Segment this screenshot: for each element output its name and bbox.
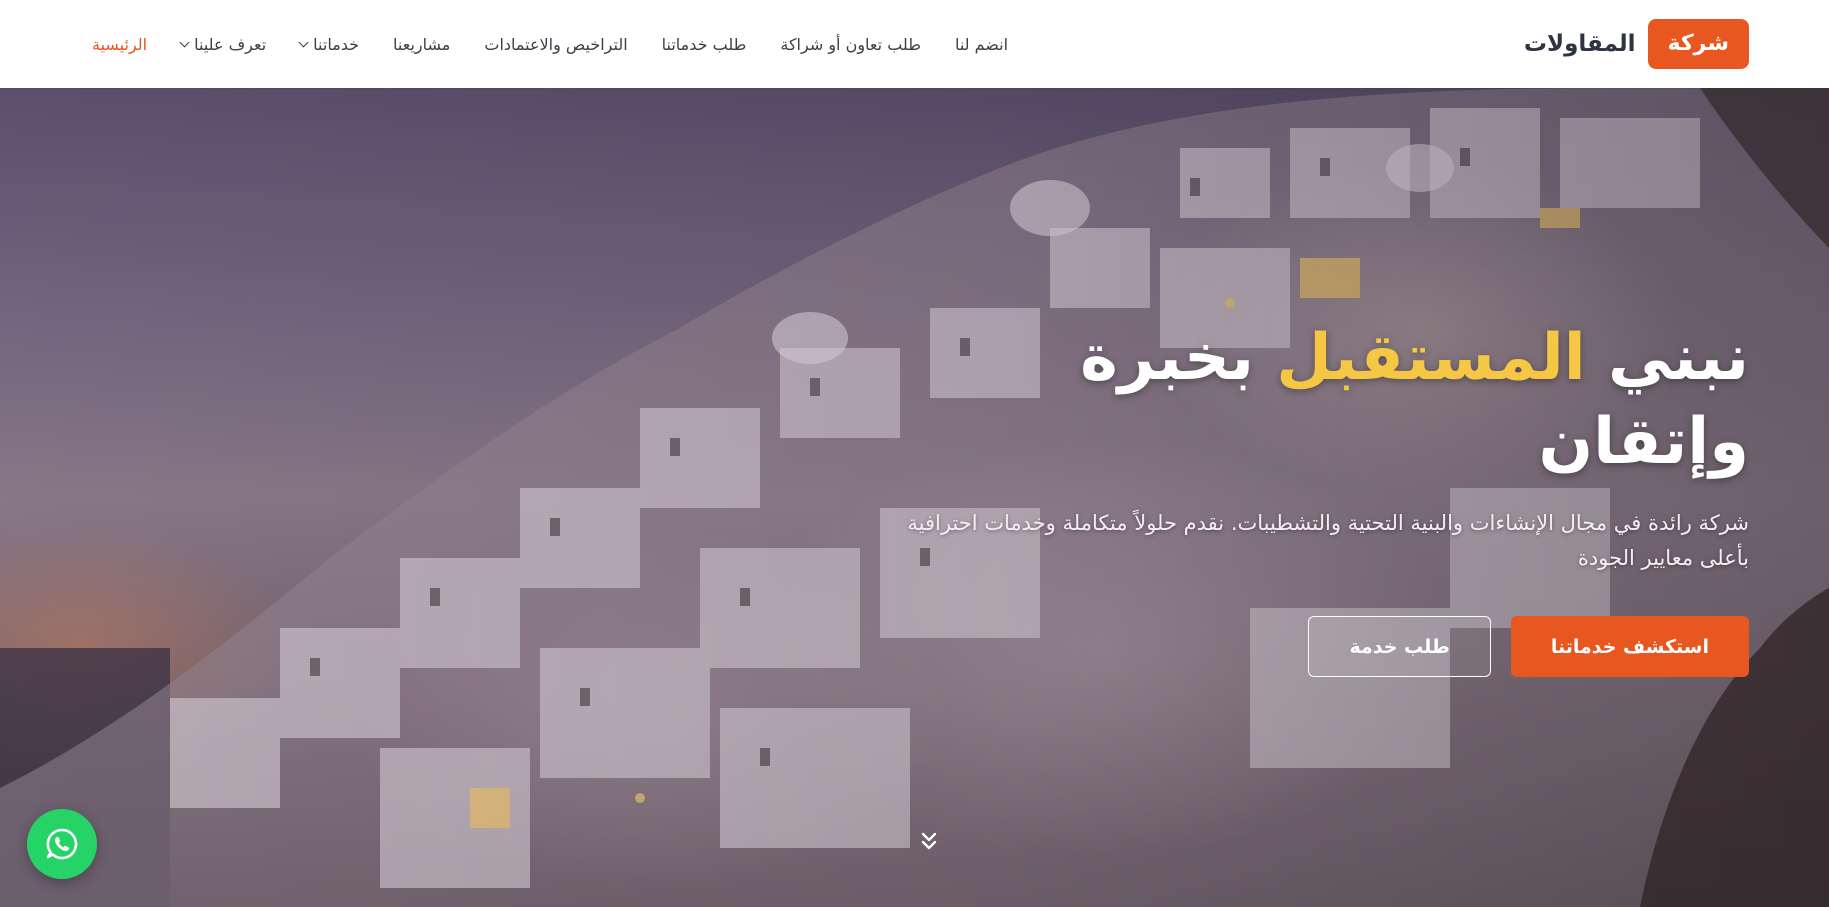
nav-services-label: خدماتنا	[313, 34, 360, 54]
nav-request-services[interactable]: طلب خدماتنا	[662, 35, 747, 54]
chevron-down-icon	[298, 37, 309, 47]
nav-partnership-request-label: طلب تعاون أو شراكة	[780, 34, 921, 54]
hero-title-line2: وإتقان	[1538, 405, 1749, 479]
nav-home-label: الرئيسية	[92, 34, 148, 54]
hero-actions: استكشف خدماتنا طلب خدمة	[869, 616, 1749, 677]
hero-section: نبني المستقبل بخبرة وإتقان شركة رائدة في…	[0, 88, 1829, 907]
hero-title-accent: المستقبل	[1276, 321, 1586, 395]
nav-request-services-label: طلب خدماتنا	[661, 34, 747, 54]
nav-licenses-label: التراخيص والاعتمادات	[484, 34, 628, 54]
request-service-button[interactable]: طلب خدمة	[1308, 616, 1491, 677]
nav-about-label: تعرف علينا	[194, 34, 267, 54]
nav-projects[interactable]: مشاريعنا	[393, 35, 450, 54]
brand-name: المقاولات	[1523, 31, 1636, 57]
nav-join-us[interactable]: انضم لنا	[955, 35, 1008, 54]
whatsapp-icon	[46, 828, 78, 860]
nav-about[interactable]: تعرف علينا	[179, 34, 267, 54]
hero-title: نبني المستقبل بخبرة وإتقان	[869, 316, 1749, 484]
nav-home[interactable]: الرئيسية	[92, 35, 147, 54]
brand-badge: شركة	[1647, 19, 1749, 69]
nav-partnership-request[interactable]: طلب تعاون أو شراكة	[780, 35, 921, 54]
nav-licenses[interactable]: التراخيص والاعتمادات	[484, 35, 627, 54]
hero-content: نبني المستقبل بخبرة وإتقان شركة رائدة في…	[869, 316, 1749, 677]
main-nav: انضم لنا طلب تعاون أو شراكة طلب خدماتنا …	[92, 35, 1008, 54]
hero-description: شركة رائدة في مجال الإنشاءات والبنية الت…	[907, 511, 1749, 570]
brand-logo[interactable]: شركة المقاولات	[1524, 19, 1749, 69]
hero-title-part1: نبني	[1607, 321, 1749, 395]
explore-services-button[interactable]: استكشف خدماتنا	[1510, 616, 1749, 677]
hero-title-part2: بخبرة	[1080, 321, 1254, 395]
nav-projects-label: مشاريعنا	[393, 34, 451, 54]
double-chevron-down-icon[interactable]	[918, 830, 940, 854]
whatsapp-button[interactable]	[27, 809, 97, 879]
chevron-down-icon	[179, 37, 190, 47]
site-header: انضم لنا طلب تعاون أو شراكة طلب خدماتنا …	[0, 0, 1829, 88]
nav-join-us-label: انضم لنا	[954, 34, 1009, 54]
nav-services[interactable]: خدماتنا	[298, 34, 360, 54]
